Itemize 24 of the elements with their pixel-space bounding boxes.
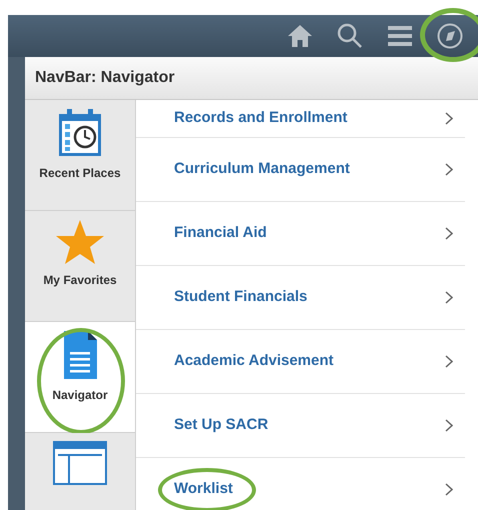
compass-icon[interactable] bbox=[437, 23, 463, 49]
navigator-item[interactable]: Financial Aid bbox=[136, 202, 465, 266]
calendar-clock-icon bbox=[57, 108, 103, 158]
browser-window-icon bbox=[53, 441, 107, 485]
chevron-right-icon bbox=[445, 163, 453, 176]
chevron-right-icon bbox=[445, 227, 453, 240]
chevron-right-icon bbox=[445, 483, 453, 496]
navigator-item[interactable]: Worklist bbox=[136, 458, 465, 510]
menu-icon[interactable] bbox=[388, 26, 412, 46]
search-icon[interactable] bbox=[337, 23, 363, 49]
navigator-item[interactable]: Records and Enrollment bbox=[136, 100, 465, 138]
star-icon bbox=[55, 219, 105, 265]
panel-title: NavBar: Navigator bbox=[35, 68, 175, 88]
chevron-right-icon bbox=[445, 355, 453, 368]
chevron-right-icon bbox=[445, 112, 453, 125]
nav-tile[interactable]: Navigator bbox=[25, 322, 135, 433]
home-icon[interactable] bbox=[287, 24, 313, 48]
chevron-right-icon bbox=[445, 291, 453, 304]
chevron-right-icon bbox=[445, 419, 453, 432]
navigator-item[interactable]: Curriculum Management bbox=[136, 138, 465, 202]
navigator-item[interactable]: Set Up SACR bbox=[136, 394, 465, 458]
document-icon bbox=[62, 330, 98, 380]
navigator-item[interactable]: Student Financials bbox=[136, 266, 465, 330]
navigator-item[interactable]: Academic Advisement bbox=[136, 330, 465, 394]
